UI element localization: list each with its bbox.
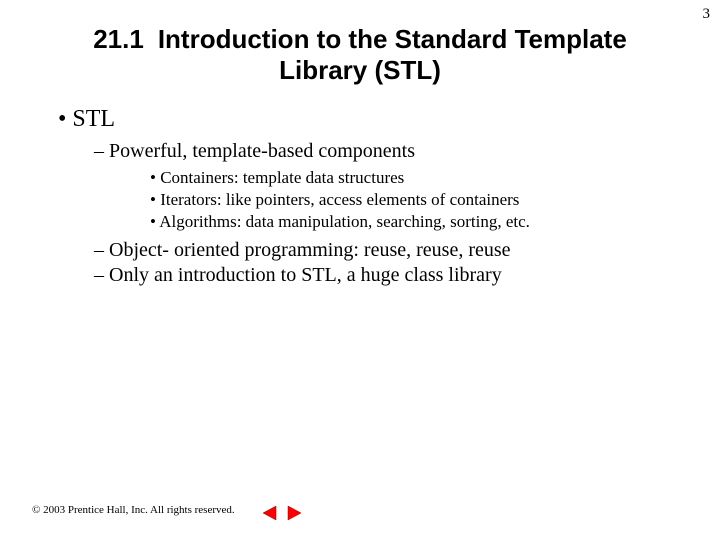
title-text: Introduction to the Standard Template Li… (158, 24, 627, 85)
list-item: Powerful, template-based components Cont… (94, 139, 672, 238)
list-item: Algorithms: data manipulation, searching… (150, 211, 672, 233)
next-arrow-icon[interactable] (286, 505, 302, 521)
bullet-list-level3: Containers: template data structures Ite… (94, 167, 672, 233)
title-section-number: 21.1 (93, 24, 144, 54)
bullet-list-level1: STL Powerful, template-based components … (48, 106, 672, 296)
list-item: STL Powerful, template-based components … (58, 106, 672, 296)
page-number: 3 (703, 6, 711, 23)
list-item: Only an introduction to STL, a huge clas… (94, 263, 672, 288)
bullet-list-level2: Powerful, template-based components Cont… (58, 139, 672, 288)
nav-arrows (262, 505, 302, 521)
slide: 3 21.1 Introduction to the Standard Templ… (0, 0, 720, 540)
list-item-label: STL (72, 106, 115, 132)
list-item-label: Powerful, template-based components (109, 140, 415, 162)
prev-arrow-icon[interactable] (262, 505, 278, 521)
list-item-label: Algorithms: data manipulation, searching… (159, 212, 530, 231)
slide-title: 21.1 Introduction to the Standard Templat… (48, 24, 672, 86)
list-item-label: Containers: template data structures (160, 168, 404, 187)
list-item: Containers: template data structures (150, 167, 672, 189)
list-item-label: Object- oriented programming: reuse, reu… (109, 239, 511, 261)
list-item: Object- oriented programming: reuse, reu… (94, 238, 672, 263)
copyright-footer: © 2003 Prentice Hall, Inc. All rights re… (32, 504, 235, 516)
list-item-label: Iterators: like pointers, access element… (160, 190, 519, 209)
list-item: Iterators: like pointers, access element… (150, 189, 672, 211)
list-item-label: Only an introduction to STL, a huge clas… (109, 264, 502, 286)
